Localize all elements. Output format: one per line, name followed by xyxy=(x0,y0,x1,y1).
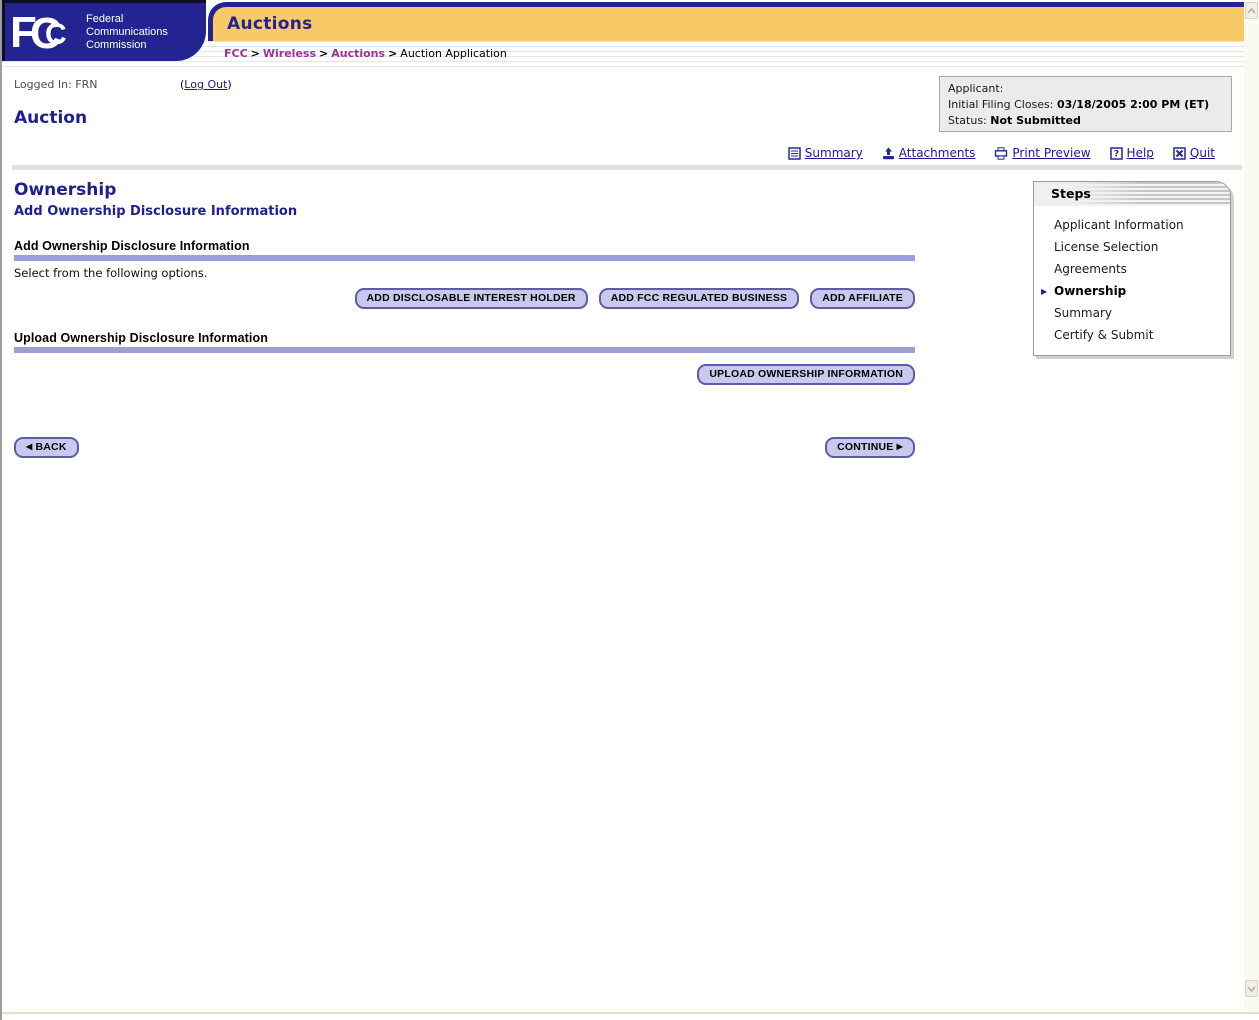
back-arrow-icon: ◀ xyxy=(26,442,33,451)
steps-panel: Steps Applicant Information License Sele… xyxy=(1033,181,1231,356)
fcc-logo-block[interactable]: F C C Federal Communications Commission xyxy=(2,0,206,61)
summary-link[interactable]: Summary xyxy=(788,146,863,160)
auction-application-page: { "header": { "logo": { "acronym": "FCC"… xyxy=(0,0,1259,1020)
quit-link[interactable]: Quit xyxy=(1173,146,1215,160)
help-icon: ? xyxy=(1109,146,1123,160)
add-buttons-row: ADD DISCLOSABLE INTEREST HOLDER ADD FCC … xyxy=(14,288,915,309)
upload-ownership-information-button[interactable]: UPLOAD OWNERSHIP INFORMATION xyxy=(697,364,915,385)
breadcrumb-link-fcc[interactable]: FCC xyxy=(224,47,248,60)
continue-button[interactable]: CONTINUE ▶ xyxy=(825,437,915,458)
steps-panel-title: Steps xyxy=(1034,182,1230,206)
toolbar-divider xyxy=(12,165,1242,170)
fcc-logo-icon: F C C xyxy=(13,11,67,53)
attachments-link[interactable]: Attachments xyxy=(882,146,975,160)
svg-text:?: ? xyxy=(1113,149,1118,159)
logout-link[interactable]: Log Out xyxy=(184,78,227,91)
upload-button-row: UPLOAD OWNERSHIP INFORMATION xyxy=(14,364,915,385)
page-bottom-edge xyxy=(2,1012,1259,1014)
status-label: Status: xyxy=(948,114,987,127)
app-title: Auctions xyxy=(227,14,313,34)
logged-in-label: Logged In: FRN xyxy=(14,78,98,91)
back-button[interactable]: ◀ BACK xyxy=(14,437,79,458)
summary-icon xyxy=(788,146,801,160)
steps-list: Applicant Information License Selection … xyxy=(1034,206,1230,355)
print-preview-icon xyxy=(995,146,1008,160)
filing-closes-value: 03/18/2005 2:00 PM (ET) xyxy=(1056,98,1210,111)
print-preview-link[interactable]: Print Preview xyxy=(994,146,1091,160)
breadcrumb-link-wireless[interactable]: Wireless xyxy=(263,47,316,60)
breadcrumb-separator: > xyxy=(250,47,260,60)
breadcrumb-current: Auction Application xyxy=(400,47,507,60)
add-disclosable-interest-holder-button[interactable]: ADD DISCLOSABLE INTEREST HOLDER xyxy=(354,288,588,309)
step-applicant-information[interactable]: Applicant Information xyxy=(1034,214,1230,236)
breadcrumb-separator: > xyxy=(388,47,398,60)
active-step-arrow-icon: ▶ xyxy=(1041,287,1048,296)
scroll-up-button[interactable] xyxy=(1245,2,1258,19)
toolbar: Summary Attachments Print Preview ? Help… xyxy=(788,146,1215,160)
step-ownership-active[interactable]: ▶ Ownership xyxy=(1034,280,1230,302)
step-license-selection[interactable]: License Selection xyxy=(1034,236,1230,258)
breadcrumb-link-auctions[interactable]: Auctions xyxy=(331,47,385,60)
upload-section-bar xyxy=(14,347,915,353)
logout-wrap: (Log Out) xyxy=(180,78,232,91)
add-section-heading: Add Ownership Disclosure Information xyxy=(14,239,250,253)
chevron-up-icon xyxy=(1247,7,1256,14)
page-title: Auction xyxy=(14,108,88,128)
header-gold-bar: Auctions xyxy=(213,7,1244,41)
quit-icon xyxy=(1173,146,1186,160)
logout-paren: ) xyxy=(227,78,232,91)
help-link[interactable]: ? Help xyxy=(1109,146,1154,160)
breadcrumb-separator: > xyxy=(319,47,329,60)
upload-section-heading: Upload Ownership Disclosure Information xyxy=(14,331,268,345)
ownership-title: Ownership xyxy=(14,180,117,200)
main-content: Ownership Add Ownership Disclosure Infor… xyxy=(14,180,915,480)
applicant-label: Applicant: xyxy=(948,82,1004,95)
add-fcc-regulated-business-button[interactable]: ADD FCC REGULATED BUSINESS xyxy=(598,288,800,309)
vertical-scrollbar[interactable] xyxy=(1244,0,1259,1013)
attachments-icon xyxy=(882,147,894,159)
step-agreements[interactable]: Agreements xyxy=(1034,258,1230,280)
ownership-subtitle: Add Ownership Disclosure Information xyxy=(14,204,298,219)
add-section-instruction: Select from the following options. xyxy=(14,266,208,280)
status-value: Not Submitted xyxy=(990,114,1081,127)
fcc-org-name: Federal Communications Commission xyxy=(86,12,168,51)
breadcrumb: FCC > Wireless > Auctions > Auction Applicatio… xyxy=(224,47,507,60)
add-section-bar xyxy=(14,255,915,261)
chevron-down-icon xyxy=(1247,985,1256,992)
nav-buttons-row: ◀ BACK CONTINUE ▶ xyxy=(14,437,915,458)
step-certify-submit[interactable]: Certify & Submit xyxy=(1034,324,1230,346)
continue-arrow-icon: ▶ xyxy=(896,442,903,451)
applicant-info-box: Applicant: Initial Filing Closes: 03/18/… xyxy=(939,76,1232,132)
step-summary[interactable]: Summary xyxy=(1034,302,1230,324)
scroll-down-button[interactable] xyxy=(1245,980,1258,997)
svg-text:C: C xyxy=(45,18,67,51)
filing-closes-label: Initial Filing Closes: xyxy=(948,98,1054,111)
add-affiliate-button[interactable]: ADD AFFILIATE xyxy=(810,288,915,309)
